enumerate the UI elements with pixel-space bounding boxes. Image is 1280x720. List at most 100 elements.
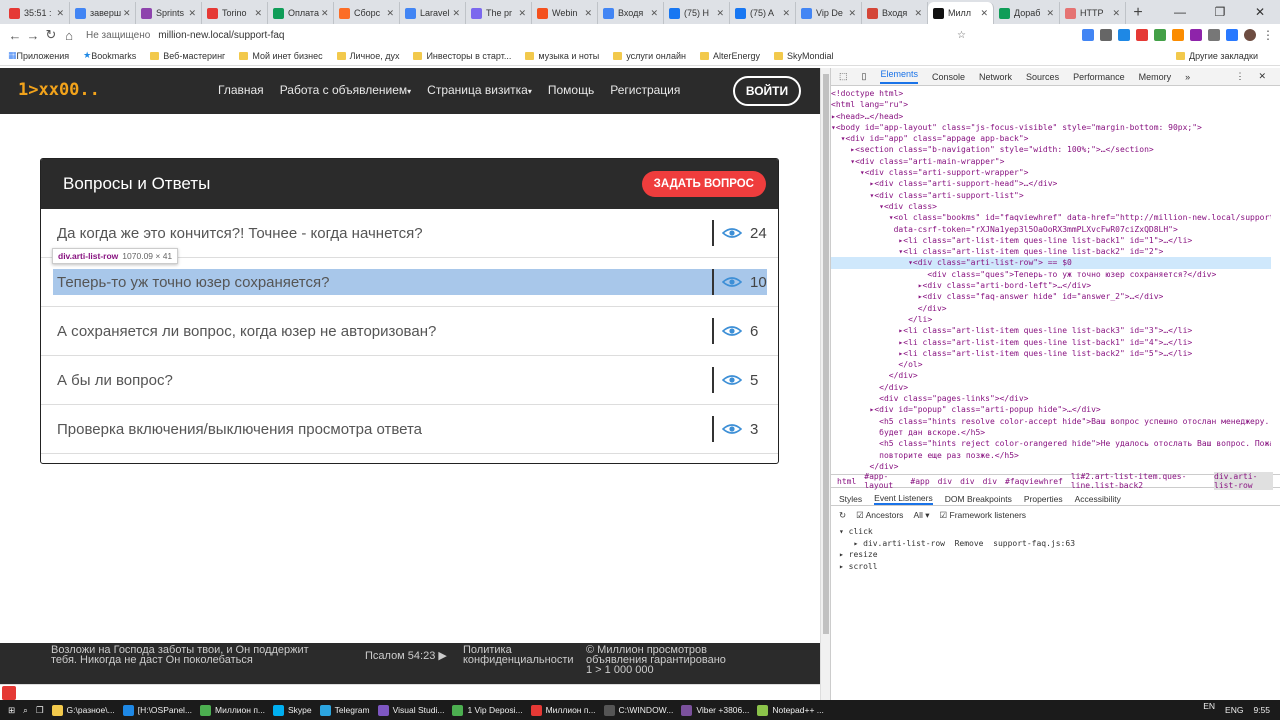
dom-node-line[interactable]: ▸<div class="arti-support-head">…</div> [831, 178, 1271, 189]
close-tab-icon[interactable]: ✕ [1044, 8, 1054, 19]
bookmark-item[interactable]: Веб-мастеринг [150, 51, 225, 61]
dom-node-line[interactable]: <html lang="ru"> [831, 99, 1271, 110]
scrollbar-thumb[interactable] [823, 74, 829, 634]
devtools-tab[interactable]: Sources [1026, 72, 1059, 82]
nav-help[interactable]: Помощь [548, 83, 594, 97]
browser-tab[interactable]: Оплата ✕ [268, 2, 334, 24]
forward-icon[interactable]: → [24, 28, 42, 43]
event-listener-item[interactable]: ▸ scroll [839, 561, 1075, 573]
close-tab-icon[interactable]: ✕ [714, 8, 724, 19]
taskbar-app[interactable]: [H:\OSPanel... [122, 704, 192, 716]
devtools-tab[interactable]: Console [932, 72, 965, 82]
dom-node-line[interactable]: ▾<div class="arti-main-wrapper"> [831, 156, 1271, 167]
breadcrumb-item[interactable]: #faqviewhref [1005, 477, 1063, 486]
devtools-subtab[interactable]: Accessibility [1075, 494, 1121, 504]
dom-node-line[interactable]: будет дан вскоре.</h5> [831, 427, 1271, 438]
dom-tree[interactable]: <!doctype html> <html lang="ru"> ▸<head>…<… [831, 88, 1271, 470]
app-icon[interactable] [2, 686, 16, 700]
dom-node-line[interactable]: ▸<div class="arti-bord-left">…</div> [831, 280, 1271, 291]
bookmark-item[interactable]: Мой инет бизнес [239, 51, 323, 61]
maximize-icon[interactable]: ❐ [1200, 5, 1240, 19]
browser-tab[interactable]: HTTP ✕ [1060, 2, 1126, 24]
faq-question[interactable]: Да когда же это кончится?! Точнее - когд… [41, 225, 712, 242]
back-icon[interactable]: ← [6, 28, 24, 43]
nav-business-card[interactable]: Страница визитка▾ [427, 83, 532, 97]
dom-node-line[interactable]: <h5 class="hints reject color-orangered … [831, 438, 1271, 449]
dom-node-line[interactable]: ▾<div class="arti-support-list"> [831, 190, 1271, 201]
browser-tab[interactable]: Дораб ✕ [994, 2, 1060, 24]
bookmark-item[interactable]: ▦ Приложения [8, 50, 69, 61]
nav-ad-work[interactable]: Работа с объявлением▾ [280, 83, 411, 97]
dom-node-line[interactable]: <!doctype html> [831, 88, 1271, 99]
devtools-tab[interactable]: Memory [1139, 72, 1172, 82]
browser-tab[interactable]: The pr ✕ [466, 2, 532, 24]
devtools-subtab[interactable]: Styles [839, 494, 862, 504]
browser-tab[interactable]: (75) H ✕ [664, 2, 730, 24]
home-icon[interactable]: ⌂ [60, 28, 78, 43]
url-field[interactable]: Не защищено million-new.local/support-fa… [86, 25, 966, 45]
extension-icon[interactable] [1190, 29, 1202, 41]
devtools-tab[interactable]: Performance [1073, 72, 1125, 82]
bookmark-item[interactable]: Инвесторы в старт... [413, 51, 511, 61]
dom-node-line[interactable]: data-csrf-token="rXJNa1yep3l5OaOoRX3mmPL… [831, 224, 1271, 235]
login-button[interactable]: ВОЙТИ [733, 76, 801, 106]
inspect-icon[interactable]: ⬚ [839, 71, 848, 82]
extension-icon[interactable] [1082, 29, 1094, 41]
nav-home[interactable]: Главная [218, 83, 264, 97]
bookmark-item[interactable]: ★ Bookmarks [83, 50, 136, 61]
dom-node-line[interactable]: ▸<section class="b-navigation" style="wi… [831, 144, 1271, 155]
dom-node-line[interactable]: </div> [831, 461, 1271, 470]
new-tab-button[interactable]: + [1126, 2, 1150, 24]
bookmark-item[interactable]: AlterEnergy [699, 51, 760, 61]
breadcrumb-item[interactable]: #app [910, 477, 929, 486]
windows-start-icon[interactable]: ⊞ [8, 705, 15, 716]
dom-node-line[interactable]: ▾<ol class="bookms" id="faqviewhref" dat… [831, 212, 1271, 223]
dom-node-line[interactable]: ▾<div class> [831, 201, 1271, 212]
devtools-subtab[interactable]: Event Listeners [874, 493, 933, 505]
framework-checkbox[interactable]: ☑ Framework listeners [940, 510, 1027, 521]
reload-icon[interactable]: ↻ [42, 27, 60, 43]
faq-row[interactable]: А бы ли вопрос? 5 [41, 356, 778, 405]
clock[interactable]: 9:55 [1253, 700, 1270, 720]
browser-tab[interactable]: Torino ✕ [202, 2, 268, 24]
event-listener-item[interactable]: ▾ click [839, 526, 1075, 538]
dom-node-line[interactable]: ▸<head>…</head> [831, 111, 1271, 122]
close-tab-icon[interactable]: ✕ [780, 8, 790, 19]
taskbar-app[interactable]: Skype [273, 704, 312, 716]
browser-tab[interactable]: (75) A ✕ [730, 2, 796, 24]
ancestors-select[interactable]: All ▾ [913, 510, 929, 521]
close-tab-icon[interactable]: ✕ [846, 8, 856, 19]
dom-node-line[interactable]: ▸<li class="art-list-item ques-line list… [831, 348, 1271, 359]
browser-tab[interactable]: заверш ✕ [70, 2, 136, 24]
dom-node-line[interactable]: <div class="pages-links"></div> [831, 393, 1271, 404]
bookmark-item[interactable]: SkyMondial [773, 51, 834, 61]
keyboard-layout[interactable]: ENG [1225, 700, 1243, 720]
menu-dots-icon[interactable]: ⋮ [1262, 28, 1274, 42]
site-logo[interactable]: 1>xx00.. [18, 80, 100, 100]
browser-tab[interactable]: Laravel ✕ [400, 2, 466, 24]
extension-icon[interactable] [1154, 29, 1166, 41]
devtools-subtab[interactable]: DOM Breakpoints [945, 494, 1012, 504]
close-tab-icon[interactable]: ✕ [54, 8, 64, 19]
browser-tab[interactable]: Милл ✕ [928, 2, 994, 24]
footer-privacy-link[interactable]: Политика конфиденциальности [463, 645, 574, 666]
faq-question[interactable]: А бы ли вопрос? [41, 372, 712, 389]
search-icon[interactable]: ⌕ [23, 705, 28, 716]
dom-node-line[interactable]: </li> [831, 314, 1271, 325]
close-tab-icon[interactable]: ✕ [450, 8, 460, 19]
dom-node-line[interactable]: ▸<li class="art-list-item ques-line list… [831, 337, 1271, 348]
devtools-subtab[interactable]: Properties [1024, 494, 1063, 504]
input-language[interactable]: EN [1203, 701, 1215, 711]
dom-node-line[interactable]: ▾<body id="app-layout" class="js-focus-v… [831, 122, 1271, 133]
bookmark-item[interactable]: услуги онлайн [613, 51, 686, 61]
dom-node-line[interactable]: ▾<li class="art-list-item ques-line list… [831, 246, 1271, 257]
close-tab-icon[interactable]: ✕ [121, 8, 131, 19]
other-bookmarks[interactable]: Другие закладки [1176, 51, 1258, 61]
close-tab-icon[interactable]: ✕ [978, 8, 988, 19]
devtools-close-icon[interactable]: ✕ [1258, 71, 1266, 82]
star-icon[interactable]: ☆ [957, 30, 966, 41]
breadcrumb-item[interactable]: div [960, 477, 974, 486]
close-tab-icon[interactable]: ✕ [516, 8, 526, 19]
taskbar-app[interactable]: Миллион п... [530, 704, 596, 716]
browser-tab[interactable]: Vip De ✕ [796, 2, 862, 24]
